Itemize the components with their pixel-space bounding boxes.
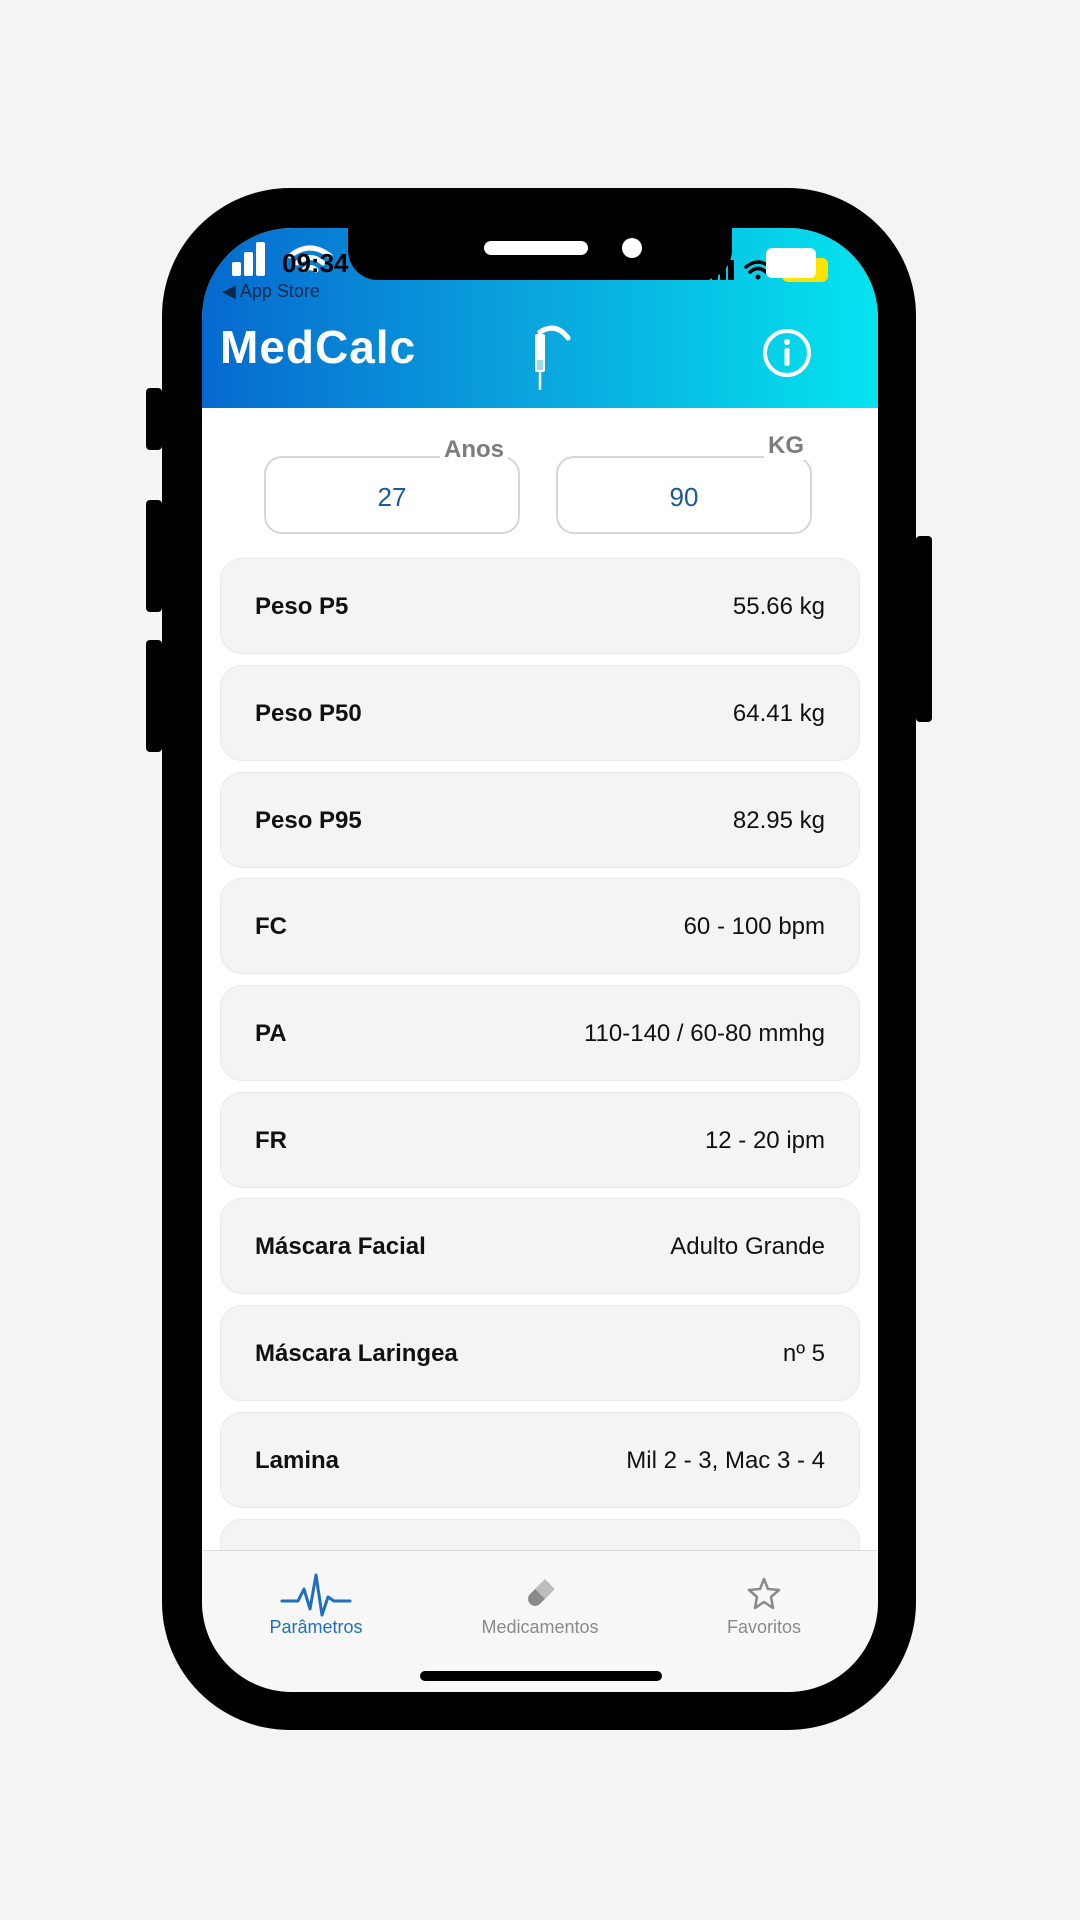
parameter-name: Peso P50	[255, 700, 362, 727]
list-item[interactable]: PA 110-140 / 60-80 mmhg	[220, 985, 860, 1081]
app-header: 09:34 ◀ App Store 38 MedCalc	[202, 228, 878, 408]
parameter-value: Adulto Grande	[670, 1233, 825, 1260]
parameter-name: FR	[255, 1127, 287, 1154]
phone-mute-switch	[146, 388, 162, 450]
parameter-value: 82.95 kg	[732, 807, 825, 834]
weight-field-value: 90	[669, 482, 699, 512]
weight-field[interactable]: KG 90	[556, 432, 812, 534]
phone-notch	[348, 228, 732, 280]
list-item[interactable]: Lamina Mil 2 - 3, Mac 3 - 4	[220, 1412, 860, 1508]
heartbeat-icon	[280, 1573, 352, 1617]
home-indicator[interactable]	[420, 1671, 662, 1681]
app-title: MedCalc	[220, 321, 417, 373]
info-circle-icon[interactable]	[762, 328, 812, 378]
parameter-name: PA	[255, 1020, 287, 1047]
speaker-grille	[484, 241, 588, 255]
parameter-value: Mil 2 - 3, Mac 3 - 4	[626, 1447, 825, 1474]
phone-volume-down	[146, 640, 162, 752]
weight-field-label: KG	[764, 432, 808, 460]
parameter-value: 110-140 / 60-80 mmhg	[583, 1020, 825, 1047]
parameter-name: Peso P5	[255, 593, 349, 620]
list-item[interactable]: FR 12 - 20 ipm	[220, 1092, 860, 1188]
parameter-name: Peso P95	[255, 807, 362, 834]
star-icon	[747, 1577, 781, 1610]
list-item[interactable]: FC 60 - 100 bpm	[220, 878, 860, 974]
tab-parametros[interactable]: Parâmetros	[216, 1551, 416, 1651]
tab-label: Medicamentos	[481, 1617, 599, 1637]
parameter-value: 55.66 kg	[732, 593, 825, 620]
list-item[interactable]: Peso P50 64.41 kg	[220, 665, 860, 761]
tab-label: Parâmetros	[269, 1617, 363, 1637]
parameter-value: 64.41 kg	[732, 700, 825, 727]
back-to-app-store-link[interactable]: ◀ App Store	[222, 281, 320, 302]
parameter-value: 12 - 20 ipm	[704, 1127, 825, 1154]
status-time: 09:34	[282, 248, 349, 278]
tab-label: Favoritos	[726, 1617, 802, 1637]
list-item[interactable]: Máscara Facial Adulto Grande	[220, 1198, 860, 1294]
list-item[interactable]: Peso P5 55.66 kg	[220, 558, 860, 654]
parameter-value: nº 5	[782, 1340, 825, 1367]
age-field-label: Anos	[440, 436, 508, 464]
age-field-value: 27	[377, 482, 407, 512]
bottom-tab-bar: Parâmetros Medicamentos Favoritos	[202, 1550, 878, 1692]
signal-strength-icon	[232, 240, 272, 276]
parameter-name: FC	[255, 913, 287, 940]
phone-power-button	[916, 536, 932, 722]
parameter-name: Máscara Laringea	[255, 1340, 458, 1367]
phone-volume-up	[146, 500, 162, 612]
app-screen: 09:34 ◀ App Store 38 MedCalc	[202, 228, 878, 1692]
parameter-name: Lamina	[255, 1447, 340, 1474]
tab-favoritos[interactable]: Favoritos	[664, 1551, 864, 1651]
list-item[interactable]: Máscara Laringea nº 5	[220, 1305, 860, 1401]
pill-icon	[528, 1579, 555, 1606]
list-item[interactable]: Peso P95 82.95 kg	[220, 772, 860, 868]
parameter-name: Máscara Facial	[255, 1233, 426, 1260]
syringe-scythe-icon	[535, 325, 571, 390]
age-field[interactable]: Anos 27	[264, 436, 520, 534]
front-camera	[622, 238, 642, 258]
parameter-value: 60 - 100 bpm	[683, 913, 825, 940]
tab-medicamentos[interactable]: Medicamentos	[440, 1551, 640, 1651]
battery-overlay	[766, 248, 816, 278]
